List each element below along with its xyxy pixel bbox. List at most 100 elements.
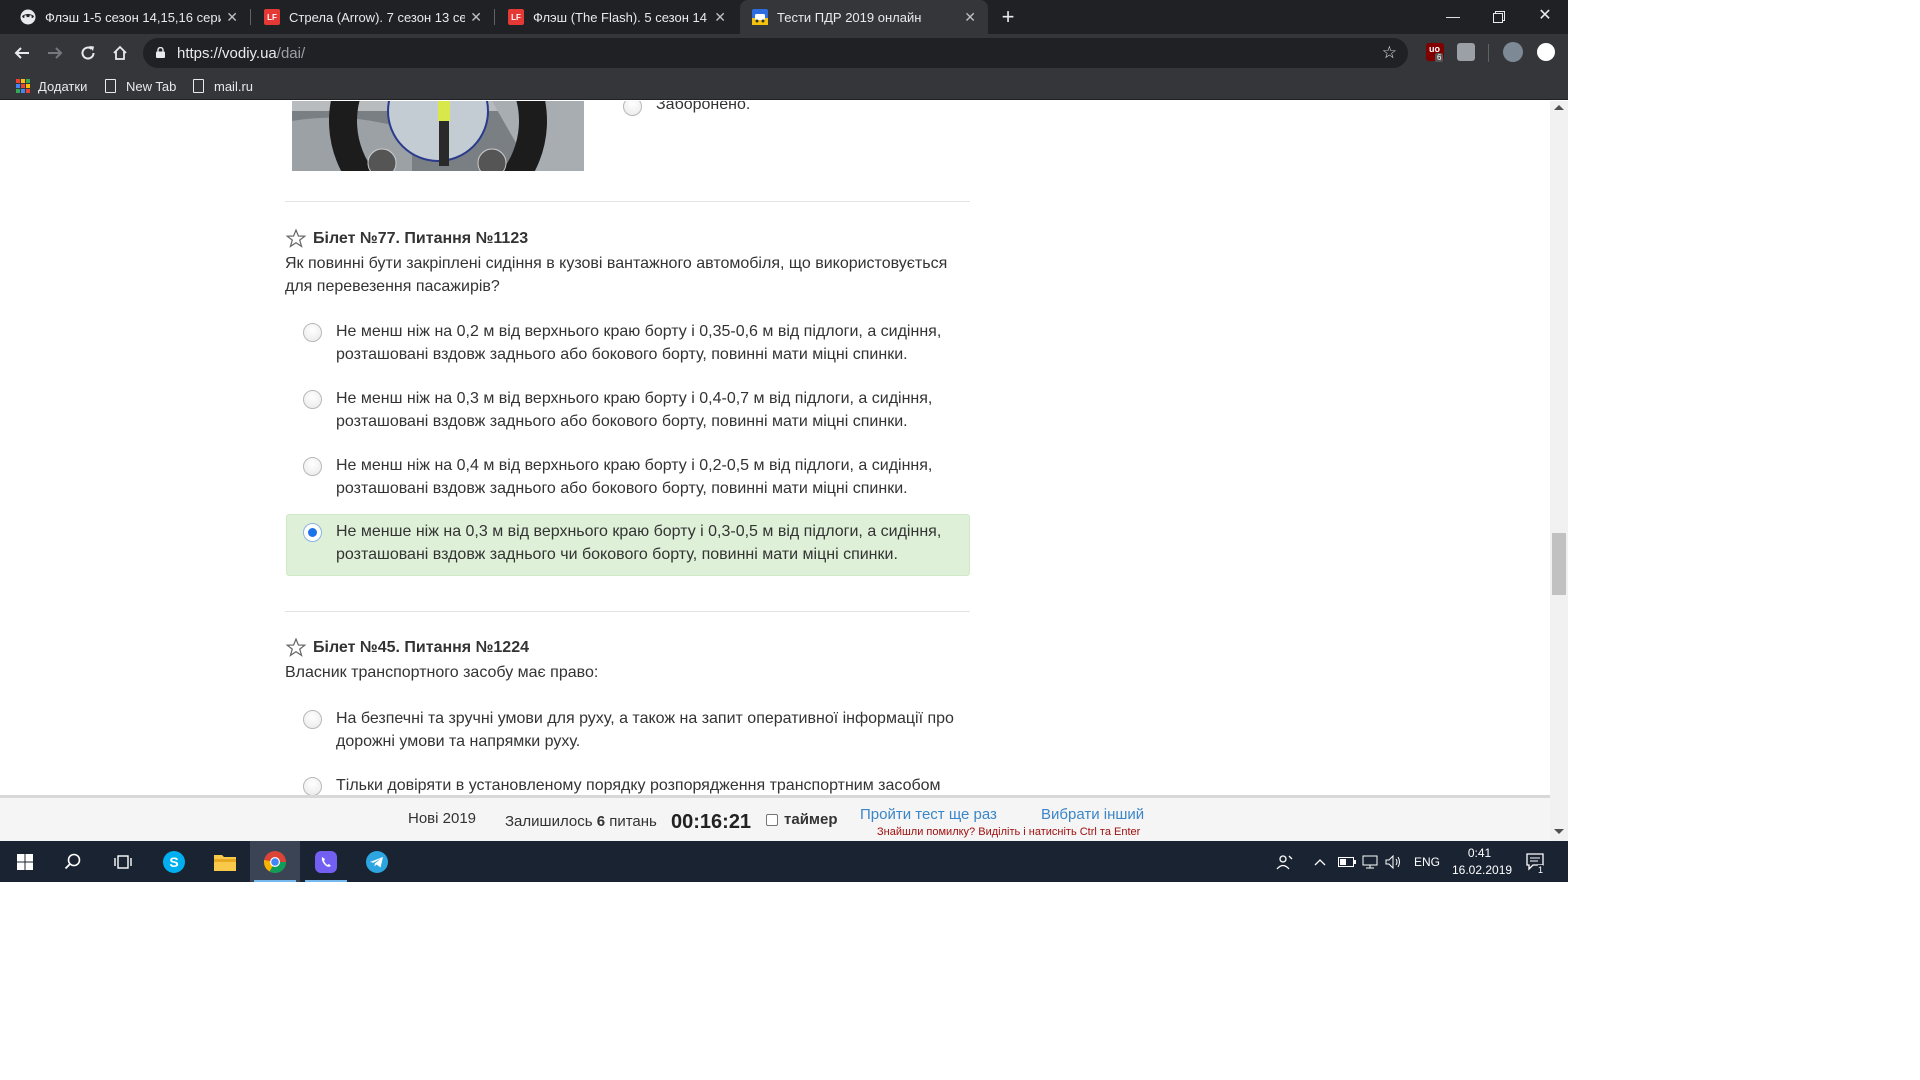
url-path: /dai/ (276, 45, 306, 62)
taskbar-file-explorer[interactable] (200, 841, 250, 882)
close-tab-icon[interactable]: ✕ (470, 9, 482, 25)
system-clock[interactable]: 0:41 16.02.2019 (1452, 845, 1513, 879)
notification-count: 1 (1538, 865, 1544, 875)
tab-vodiy-active[interactable]: Тести ПДР 2019 онлайн ✕ (740, 0, 988, 34)
timer-checkbox[interactable] (766, 814, 778, 826)
toolbar-divider (1488, 44, 1489, 62)
close-tab-icon[interactable]: ✕ (714, 9, 726, 25)
folder-icon (214, 854, 236, 871)
minimize-button[interactable]: — (1430, 0, 1476, 34)
people-icon[interactable] (1276, 841, 1294, 882)
extension-icon[interactable] (1457, 43, 1475, 61)
answer-option[interactable]: Не менш ніж на 0,4 м від верхнього краю … (286, 448, 970, 510)
reload-button[interactable] (76, 41, 100, 65)
page-icon (105, 79, 116, 93)
restore-button[interactable] (1476, 0, 1522, 34)
reload-icon (81, 46, 95, 60)
tab-arrow[interactable]: LF Стрела (Arrow). 7 сезон 13 серия ✕ (244, 0, 495, 34)
lostfilm-icon: LF (508, 9, 524, 25)
answer-option[interactable]: На безпечні та зручні умови для руху, а … (286, 701, 970, 763)
home-icon (113, 45, 127, 60)
close-window-button[interactable]: ✕ (1522, 0, 1568, 34)
mask-icon (20, 9, 36, 25)
close-tab-icon[interactable]: ✕ (226, 9, 238, 25)
answer-option[interactable]: Не менш ніж на 0,2 м від верхнього краю … (286, 314, 970, 376)
forward-button[interactable] (43, 41, 67, 65)
scroll-down-icon[interactable] (1554, 829, 1564, 834)
taskbar-skype[interactable]: S (149, 841, 199, 882)
answer-text: Заборонено. (656, 101, 751, 113)
favorite-star-icon[interactable] (286, 229, 306, 248)
search-button[interactable] (48, 841, 98, 882)
question-title: Білет №45. Питання №1224 (313, 638, 529, 656)
answer-option[interactable]: Не менш ніж на 0,3 м від верхнього краю … (286, 381, 970, 443)
bookmark-mail-ru[interactable]: mail.ru (193, 77, 253, 95)
task-view-icon (114, 854, 132, 869)
clock-time: 0:41 (1467, 846, 1492, 860)
taskbar-telegram[interactable] (352, 841, 402, 882)
page-scrollbar[interactable] (1550, 101, 1568, 841)
retry-test-link[interactable]: Пройти тест ще раз (860, 806, 997, 823)
tab-title: Флэш (The Flash). 5 сезон 14 серия (533, 9, 709, 25)
ublock-extension-icon[interactable]: uo 6 (1426, 43, 1444, 62)
bookmark-label: mail.ru (214, 78, 254, 94)
remaining-count: 6 (596, 813, 606, 830)
browser-toolbar: https://vodiy.ua/dai/ ☆ uo 6 (0, 34, 1568, 72)
windows-taskbar: S ENG 0:41 16.02.2019 1 (0, 841, 1568, 882)
bookmark-star-icon[interactable]: ☆ (1382, 43, 1397, 63)
taskbar-viber[interactable] (301, 841, 351, 882)
answer-radio[interactable] (303, 323, 322, 342)
windows-start-button[interactable] (0, 841, 50, 882)
chrome-menu-icon[interactable] (1537, 43, 1555, 61)
viber-icon (315, 850, 337, 873)
bookmark-apps[interactable]: Додатки (16, 77, 87, 95)
input-language[interactable]: ENG (1414, 841, 1440, 882)
arrow-right-icon (48, 47, 63, 59)
tray-chevron-up-icon[interactable] (1314, 841, 1326, 882)
answer-radio-checked[interactable] (303, 523, 322, 542)
taskbar-chrome[interactable] (250, 841, 300, 882)
profile-avatar[interactable] (1503, 42, 1523, 62)
remaining-questions: Залишилось 6 питань (505, 813, 657, 830)
answer-option-correct[interactable]: Не менше ніж на 0,3 м від верхнього краю… (286, 514, 970, 576)
apps-grid-icon (16, 79, 30, 93)
scrollbar-thumb[interactable] (1552, 533, 1566, 595)
windows-logo-icon (17, 853, 33, 870)
svg-text:S: S (169, 854, 178, 870)
answer-text: Не менш ніж на 0,2 м від верхнього краю … (336, 323, 942, 363)
answer-radio[interactable] (623, 101, 642, 116)
task-view-button[interactable] (98, 841, 148, 882)
answer-radio[interactable] (303, 710, 322, 729)
choose-other-test-link[interactable]: Вибрати інший (1041, 806, 1144, 823)
scroll-up-icon[interactable] (1554, 105, 1564, 110)
answer-option[interactable]: Заборонено. (606, 101, 906, 121)
answer-radio[interactable] (303, 390, 322, 409)
answer-radio[interactable] (303, 457, 322, 476)
restore-icon (1493, 11, 1505, 23)
network-icon[interactable] (1361, 841, 1379, 882)
bookmark-new-tab[interactable]: New Tab (105, 77, 176, 95)
close-tab-icon[interactable]: ✕ (964, 9, 976, 25)
tab-the-flash[interactable]: LF Флэш (The Flash). 5 сезон 14 серия ✕ (488, 0, 738, 34)
bookmark-label: Додатки (38, 78, 88, 94)
tab-title: Флэш 1-5 сезон 14,15,16 серия (45, 9, 221, 25)
answer-radio[interactable] (303, 777, 322, 795)
answer-text: Не менш ніж на 0,3 м від верхнього краю … (336, 390, 933, 430)
volume-icon[interactable] (1385, 841, 1403, 882)
question-text: Власник транспортного засобу має право: (285, 664, 599, 681)
new-tab-button[interactable]: + (996, 4, 1020, 30)
tab-title: Тести ПДР 2019 онлайн (777, 9, 922, 25)
battery-icon[interactable] (1338, 841, 1356, 882)
home-button[interactable] (108, 41, 132, 65)
action-center-button[interactable]: 1 (1526, 841, 1546, 882)
test-timer: 00:16:21 (671, 811, 752, 833)
clock-date: 16.02.2019 (1452, 863, 1513, 877)
address-bar[interactable]: https://vodiy.ua/dai/ ☆ (143, 38, 1408, 68)
tab-flash-1[interactable]: Флэш 1-5 сезон 14,15,16 серия ✕ (0, 0, 251, 34)
answer-text: Не менше ніж на 0,3 м від верхнього краю… (336, 523, 942, 563)
back-button[interactable] (10, 41, 34, 65)
answer-option[interactable]: Тільки довіряти в установленому порядку … (286, 768, 970, 795)
chrome-icon (264, 850, 286, 873)
favorite-star-icon[interactable] (286, 638, 306, 657)
question-divider (285, 611, 970, 612)
